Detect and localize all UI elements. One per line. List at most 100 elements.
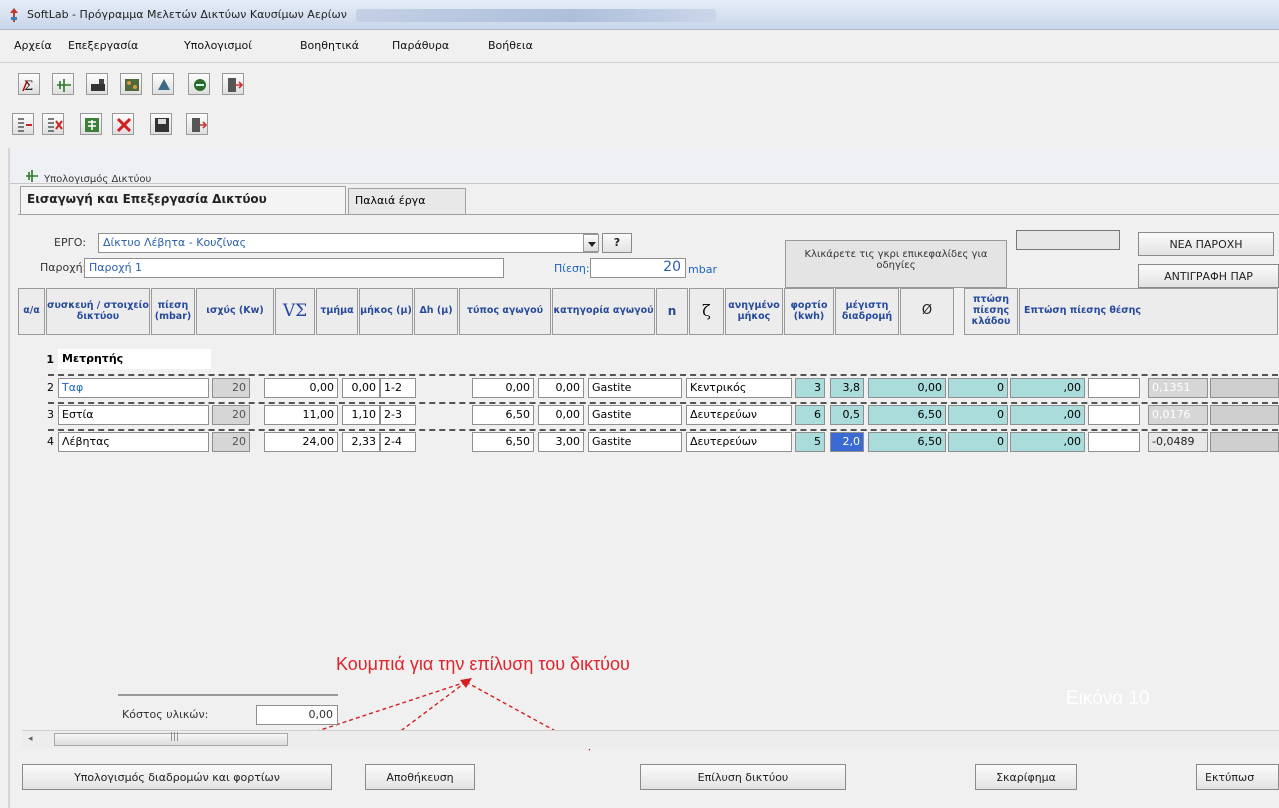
help-button[interactable]: ? (602, 233, 632, 253)
row-power[interactable]: 11,00 (264, 405, 338, 425)
chevron-down-icon[interactable] (583, 234, 599, 252)
row-segment[interactable]: 1-2 (380, 378, 416, 398)
row-dh[interactable]: 0,00 (538, 405, 584, 425)
row-pressure[interactable]: 20 (212, 432, 250, 452)
menu-edit[interactable]: Επεξεργασία (68, 39, 138, 52)
row-device[interactable]: Μετρητής (58, 349, 211, 369)
row-v[interactable]: 2,33 (342, 432, 380, 452)
appliance-icon[interactable] (152, 73, 174, 95)
tab-old-projects[interactable]: Παλαιά έργα (348, 188, 466, 214)
menu-tools[interactable]: Βοηθητικά (300, 39, 359, 52)
col-n[interactable]: n (656, 288, 688, 335)
row-dh[interactable]: 3,00 (538, 432, 584, 452)
row-n[interactable]: 6 (795, 405, 825, 425)
delete-icon[interactable] (112, 113, 134, 135)
row-power[interactable]: 24,00 (264, 432, 338, 452)
row-length[interactable]: 6,50 (472, 432, 534, 452)
row-segment[interactable]: 2-4 (380, 432, 416, 452)
row-zeta[interactable]: 0,5 (830, 405, 864, 425)
row-max-route[interactable]: ,00 (1010, 405, 1085, 425)
col-pipe-category[interactable]: κατηγορία αγωγού (552, 288, 655, 335)
insert-row-icon[interactable] (12, 113, 34, 135)
col-max-route[interactable]: μέγιστη διαδρομή (835, 288, 899, 335)
calculate-icon[interactable] (80, 113, 102, 135)
row-segment[interactable]: 2-3 (380, 405, 416, 425)
col-diameter[interactable]: Ø (900, 288, 954, 335)
tab-network-entry[interactable]: Εισαγωγή και Επεξεργασία Δικτύου (20, 186, 346, 214)
exit-icon[interactable] (186, 113, 208, 135)
row-pipe-type[interactable]: Gastite (588, 405, 682, 425)
row-branch-drop[interactable]: 0,1351 (1148, 378, 1208, 398)
scroll-left-icon[interactable]: ◂ (28, 734, 33, 744)
col-position-drop[interactable]: Επτώση πίεσης θέσης (1019, 288, 1278, 335)
row-pressure[interactable]: 20 (212, 405, 250, 425)
row-load[interactable]: 0 (948, 432, 1008, 452)
row-position-drop[interactable] (1210, 405, 1279, 425)
delete-row-icon[interactable] (42, 113, 64, 135)
row-position-drop[interactable] (1210, 378, 1279, 398)
calc-routes-button[interactable]: Υπολογισμός διαδρομών και φορτίων (22, 764, 332, 790)
sketch-button[interactable]: Σκαρίφημα (975, 764, 1077, 790)
row-pipe-category[interactable]: Δευτερεύων (686, 405, 792, 425)
row-n[interactable]: 3 (795, 378, 825, 398)
col-device[interactable]: συσκευή / στοιχείο δικτύου (46, 288, 150, 335)
col-v-sigma[interactable]: VΣ (275, 288, 315, 335)
save-icon[interactable] (150, 113, 172, 135)
paroxi-input[interactable]: Παροχή 1 (84, 258, 504, 278)
row-v[interactable]: 1,10 (342, 405, 380, 425)
save-button[interactable]: Αποθήκευση (365, 764, 475, 790)
formula-icon[interactable]: Σ (18, 73, 40, 95)
solve-network-button[interactable]: Επίλυση δικτύου (640, 764, 846, 790)
network-icon[interactable] (52, 73, 74, 95)
col-aa[interactable]: α/α (18, 288, 45, 335)
row-eq-length[interactable]: 6,50 (868, 405, 946, 425)
row-pipe-category[interactable]: Δευτερεύων (686, 432, 792, 452)
row-max-route[interactable]: ,00 (1010, 432, 1085, 452)
col-pressure[interactable]: πίεση (mbar) (151, 288, 195, 335)
row-power[interactable]: 0,00 (264, 378, 338, 398)
row-load[interactable]: 0 (948, 378, 1008, 398)
row-diameter[interactable] (1088, 405, 1140, 425)
row-branch-drop[interactable]: 0,0176 (1148, 405, 1208, 425)
row-pipe-type[interactable]: Gastite (588, 378, 682, 398)
row-pressure[interactable]: 20 (212, 378, 250, 398)
row-pipe-category[interactable]: Κεντρικός (686, 378, 792, 398)
pipe-icon[interactable] (188, 73, 210, 95)
row-max-route[interactable]: ,00 (1010, 378, 1085, 398)
exit-icon[interactable] (222, 73, 244, 95)
col-branch-drop[interactable]: πτώση πίεσης κλάδου (964, 288, 1018, 335)
row-load[interactable]: 0 (948, 405, 1008, 425)
col-segment[interactable]: τμήμα (316, 288, 358, 335)
row-n[interactable]: 5 (795, 432, 825, 452)
col-length[interactable]: μήκος (μ) (359, 288, 413, 335)
pressure-input[interactable]: 20 (590, 258, 686, 278)
col-zeta[interactable]: ζ (689, 288, 724, 335)
row-length[interactable]: 6,50 (472, 405, 534, 425)
stove-icon[interactable] (120, 73, 142, 95)
col-pipe-type[interactable]: τύπος αγωγού (459, 288, 551, 335)
new-supply-button[interactable]: ΝΕΑ ΠΑΡΟΧΗ (1138, 232, 1274, 256)
copy-supply-button[interactable]: ΑΝΤΙΓΡΑΦΗ ΠΑΡ (1138, 264, 1279, 288)
horizontal-scrollbar[interactable]: ◂ ||| (22, 730, 1279, 748)
row-device[interactable]: Λέβητας (58, 432, 209, 452)
row-diameter[interactable] (1088, 432, 1140, 452)
col-dh[interactable]: Δh (μ) (414, 288, 458, 335)
ergo-select[interactable]: Δίκτυο Λέβητα - Κουζίνας (98, 233, 598, 253)
col-eq-length[interactable]: ανηγμένο μήκος (725, 288, 783, 335)
row-device[interactable]: Εστία (58, 405, 209, 425)
menu-windows[interactable]: Παράθυρα (392, 39, 449, 52)
row-branch-drop[interactable]: -0,0489 (1148, 432, 1208, 452)
print-button[interactable]: Εκτύπωσ (1196, 764, 1279, 790)
col-power[interactable]: ισχύς (Kw) (196, 288, 274, 335)
row-diameter[interactable] (1088, 378, 1140, 398)
row-pipe-type[interactable]: Gastite (588, 432, 682, 452)
row-zeta[interactable]: 2,0 (830, 432, 864, 452)
row-device[interactable]: Ταφ (58, 378, 209, 398)
row-eq-length[interactable]: 6,50 (868, 432, 946, 452)
col-load[interactable]: φορτίο (kwh) (784, 288, 834, 335)
row-dh[interactable]: 0,00 (538, 378, 584, 398)
menu-help[interactable]: Βοήθεια (488, 39, 533, 52)
menu-calculations[interactable]: Υπολογισμοί (184, 39, 252, 52)
row-position-drop[interactable] (1210, 432, 1279, 452)
menu-files[interactable]: Αρχεία (14, 39, 52, 52)
